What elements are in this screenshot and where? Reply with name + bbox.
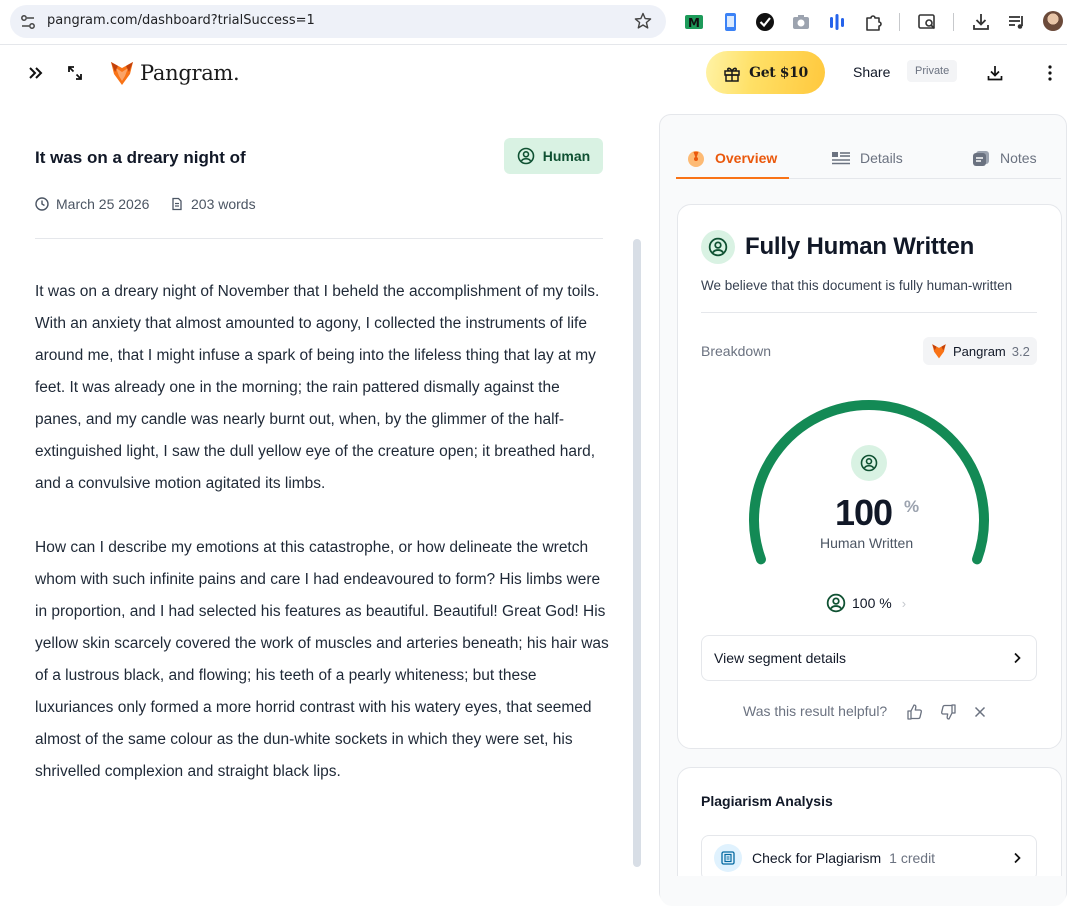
toolbar-separator	[953, 13, 954, 31]
toolbar-separator	[899, 13, 900, 31]
address-bar[interactable]: pangram.com/dashboard?trialSuccess=1	[10, 5, 666, 38]
svg-text:M: M	[688, 16, 700, 30]
site-settings-icon[interactable]	[19, 13, 37, 31]
model-version-pill[interactable]: Pangram 3.2	[923, 337, 1037, 365]
url-text[interactable]: pangram.com/dashboard?trialSuccess=1	[47, 13, 315, 28]
camera-extension-icon[interactable]	[790, 11, 812, 33]
tab-notes-label: Notes	[1000, 150, 1037, 166]
human-tag-label: Human	[542, 148, 591, 164]
panel-bottom-fade	[660, 876, 1066, 906]
double-chevron-right-icon[interactable]	[26, 63, 46, 83]
plagiarism-icon	[714, 844, 742, 872]
document-scrollbar[interactable]	[633, 239, 641, 867]
thumbs-down-icon[interactable]	[939, 703, 957, 721]
chevron-right-icon	[1014, 652, 1021, 664]
helpful-prompt: Was this result helpful?	[743, 703, 888, 719]
profile-avatar[interactable]	[1043, 11, 1063, 31]
gauge-label: Human Written	[820, 535, 914, 551]
phone-extension-icon[interactable]	[719, 11, 741, 33]
chevron-right-icon	[1014, 852, 1021, 864]
document-body[interactable]: It was on a dreary night of November tha…	[35, 276, 610, 820]
model-version: 3.2	[1011, 343, 1030, 359]
plagiarism-credit: 1 credit	[889, 850, 936, 866]
document-title: It was on a dreary night of	[35, 148, 246, 167]
share-button[interactable]: Share	[853, 64, 890, 80]
clock-icon	[35, 197, 49, 211]
fox-logo-icon	[932, 344, 946, 359]
mail-extension-icon[interactable]: M	[683, 11, 705, 33]
human-icon	[860, 454, 878, 472]
download-icon[interactable]	[985, 63, 1005, 83]
plagiarism-title: Plagiarism Analysis	[701, 793, 833, 809]
app-header: Pangram. Get $10 Share Private	[0, 46, 1067, 100]
document-icon	[172, 197, 182, 211]
result-subtitle: We believe that this document is fully h…	[701, 278, 1013, 293]
get-10-promo-button[interactable]: Get $10	[706, 51, 825, 94]
tab-overview[interactable]: Overview	[686, 138, 777, 178]
tab-details[interactable]: Details	[831, 138, 903, 178]
breakdown-label: Breakdown	[701, 343, 772, 359]
notes-icon	[973, 151, 989, 166]
human-result-tag[interactable]: Human	[504, 138, 603, 174]
bars-extension-icon[interactable]	[826, 11, 848, 33]
fox-logo-icon	[111, 62, 133, 85]
browser-toolbar: pangram.com/dashboard?trialSuccess=1 M	[0, 0, 1067, 45]
result-divider	[701, 312, 1037, 313]
tab-notes[interactable]: Notes	[971, 138, 1037, 178]
download-icon[interactable]	[970, 11, 992, 33]
result-title: Fully Human Written	[745, 233, 975, 260]
gauge-human-icon-badge	[851, 445, 887, 481]
more-options-icon[interactable]	[1040, 63, 1060, 83]
puzzle-extensions-icon[interactable]	[862, 11, 884, 33]
plagiarism-button-label: Check for Plagiarism	[752, 850, 882, 866]
check-plagiarism-button[interactable]: Check for Plagiarism 1 credit	[701, 835, 1037, 881]
details-list-icon	[832, 152, 850, 165]
brand-name: Pangram.	[140, 61, 240, 85]
result-human-icon-badge	[701, 230, 735, 264]
document-date: March 25 2026	[35, 196, 149, 212]
check-extension-icon[interactable]	[754, 11, 776, 33]
human-icon	[708, 237, 728, 257]
tab-details-label: Details	[860, 150, 903, 166]
bookmark-star-icon[interactable]	[634, 12, 652, 30]
model-name: Pangram	[953, 343, 1006, 359]
visibility-badge[interactable]: Private	[907, 60, 958, 82]
gauge-unit: %	[904, 497, 920, 516]
human-icon	[826, 593, 846, 613]
document-divider	[35, 238, 603, 239]
gauge-tab-icon	[688, 151, 704, 167]
document-word-count: 203 words	[170, 196, 256, 212]
segment-button-label: View segment details	[714, 650, 847, 666]
human-score-gauge	[749, 399, 989, 565]
scan-document-icon	[721, 851, 735, 865]
thumbs-up-icon[interactable]	[906, 703, 924, 721]
document-paragraph: How can I describe my emotions at this c…	[35, 539, 609, 780]
close-icon[interactable]	[971, 703, 989, 721]
tab-overview-label: Overview	[715, 150, 778, 166]
active-tab-indicator	[676, 177, 789, 179]
tab-search-icon[interactable]	[916, 11, 938, 33]
date-text: March 25 2026	[56, 196, 150, 212]
human-icon	[517, 147, 535, 165]
pangram-logo[interactable]: Pangram.	[110, 59, 240, 87]
gauge-value: 100	[835, 492, 893, 533]
word-count-text: 203 words	[191, 196, 256, 212]
summary-value: 100 %	[852, 595, 892, 611]
media-control-icon[interactable]	[1006, 11, 1028, 33]
chevron-right-icon: ›	[901, 595, 907, 611]
document-paragraph: It was on a dreary night of November tha…	[35, 283, 600, 492]
panel-tabs: Overview Details Notes	[676, 138, 1061, 179]
view-segment-details-button[interactable]: View segment details	[701, 635, 1037, 681]
gift-icon	[724, 67, 740, 82]
human-percentage-summary[interactable]: 100 % ›	[826, 593, 906, 613]
expand-icon[interactable]	[65, 63, 85, 83]
promo-label: Get $10	[749, 64, 808, 81]
